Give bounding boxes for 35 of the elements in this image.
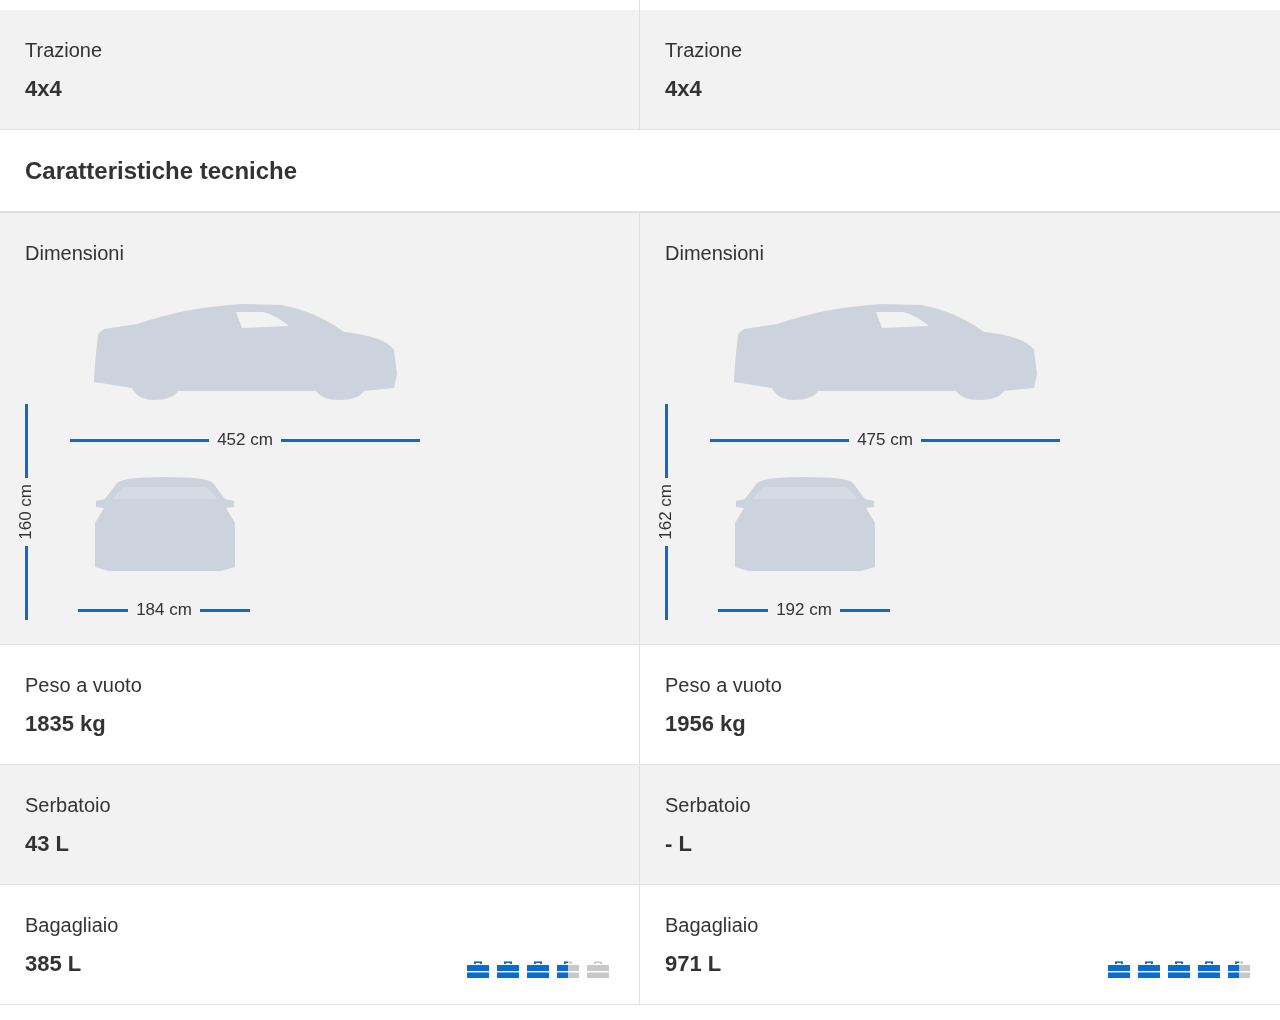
- luggage-icon: [467, 960, 489, 978]
- spec-label: Dimensioni: [25, 241, 124, 266]
- spec-value: 43 L: [25, 830, 70, 858]
- luggage-icon: [1198, 960, 1220, 978]
- width-label: 192 cm: [776, 600, 832, 620]
- luggage-icon: [1138, 960, 1160, 978]
- luggage-icon: [557, 960, 579, 978]
- spec-label: Serbatoio: [665, 793, 751, 818]
- luggage-icon: [587, 960, 609, 978]
- spec-label: Peso a vuoto: [25, 673, 142, 698]
- spec-value: - L: [665, 830, 692, 858]
- length-label: 452 cm: [217, 430, 273, 450]
- section-title: Caratteristiche tecniche: [25, 156, 298, 185]
- luggage-icon: [1168, 960, 1190, 978]
- luggage-icon: [1108, 960, 1130, 978]
- spec-value: 1956 kg: [665, 710, 746, 738]
- spec-label: Bagagliaio: [25, 913, 119, 938]
- width-label: 184 cm: [136, 600, 192, 620]
- height-label: 160 cm: [17, 484, 35, 540]
- spec-label: Trazione: [665, 38, 743, 63]
- spec-label: Serbatoio: [25, 793, 111, 818]
- spec-value: 385 L: [25, 950, 82, 978]
- spec-label: Dimensioni: [665, 241, 764, 266]
- spec-label: Bagagliaio: [665, 913, 759, 938]
- spec-value: 4x4: [665, 75, 702, 103]
- luggage-icon: [497, 960, 519, 978]
- spec-value: 971 L: [665, 950, 722, 978]
- height-label: 162 cm: [657, 484, 675, 540]
- spec-label: Trazione: [25, 38, 103, 63]
- luggage-icon: [527, 960, 549, 978]
- spec-value: 1835 kg: [25, 710, 106, 738]
- spec-label: Peso a vuoto: [665, 673, 782, 698]
- luggage-icon: [1228, 960, 1250, 978]
- spec-value: 4x4: [25, 75, 62, 103]
- length-label: 475 cm: [857, 430, 913, 450]
